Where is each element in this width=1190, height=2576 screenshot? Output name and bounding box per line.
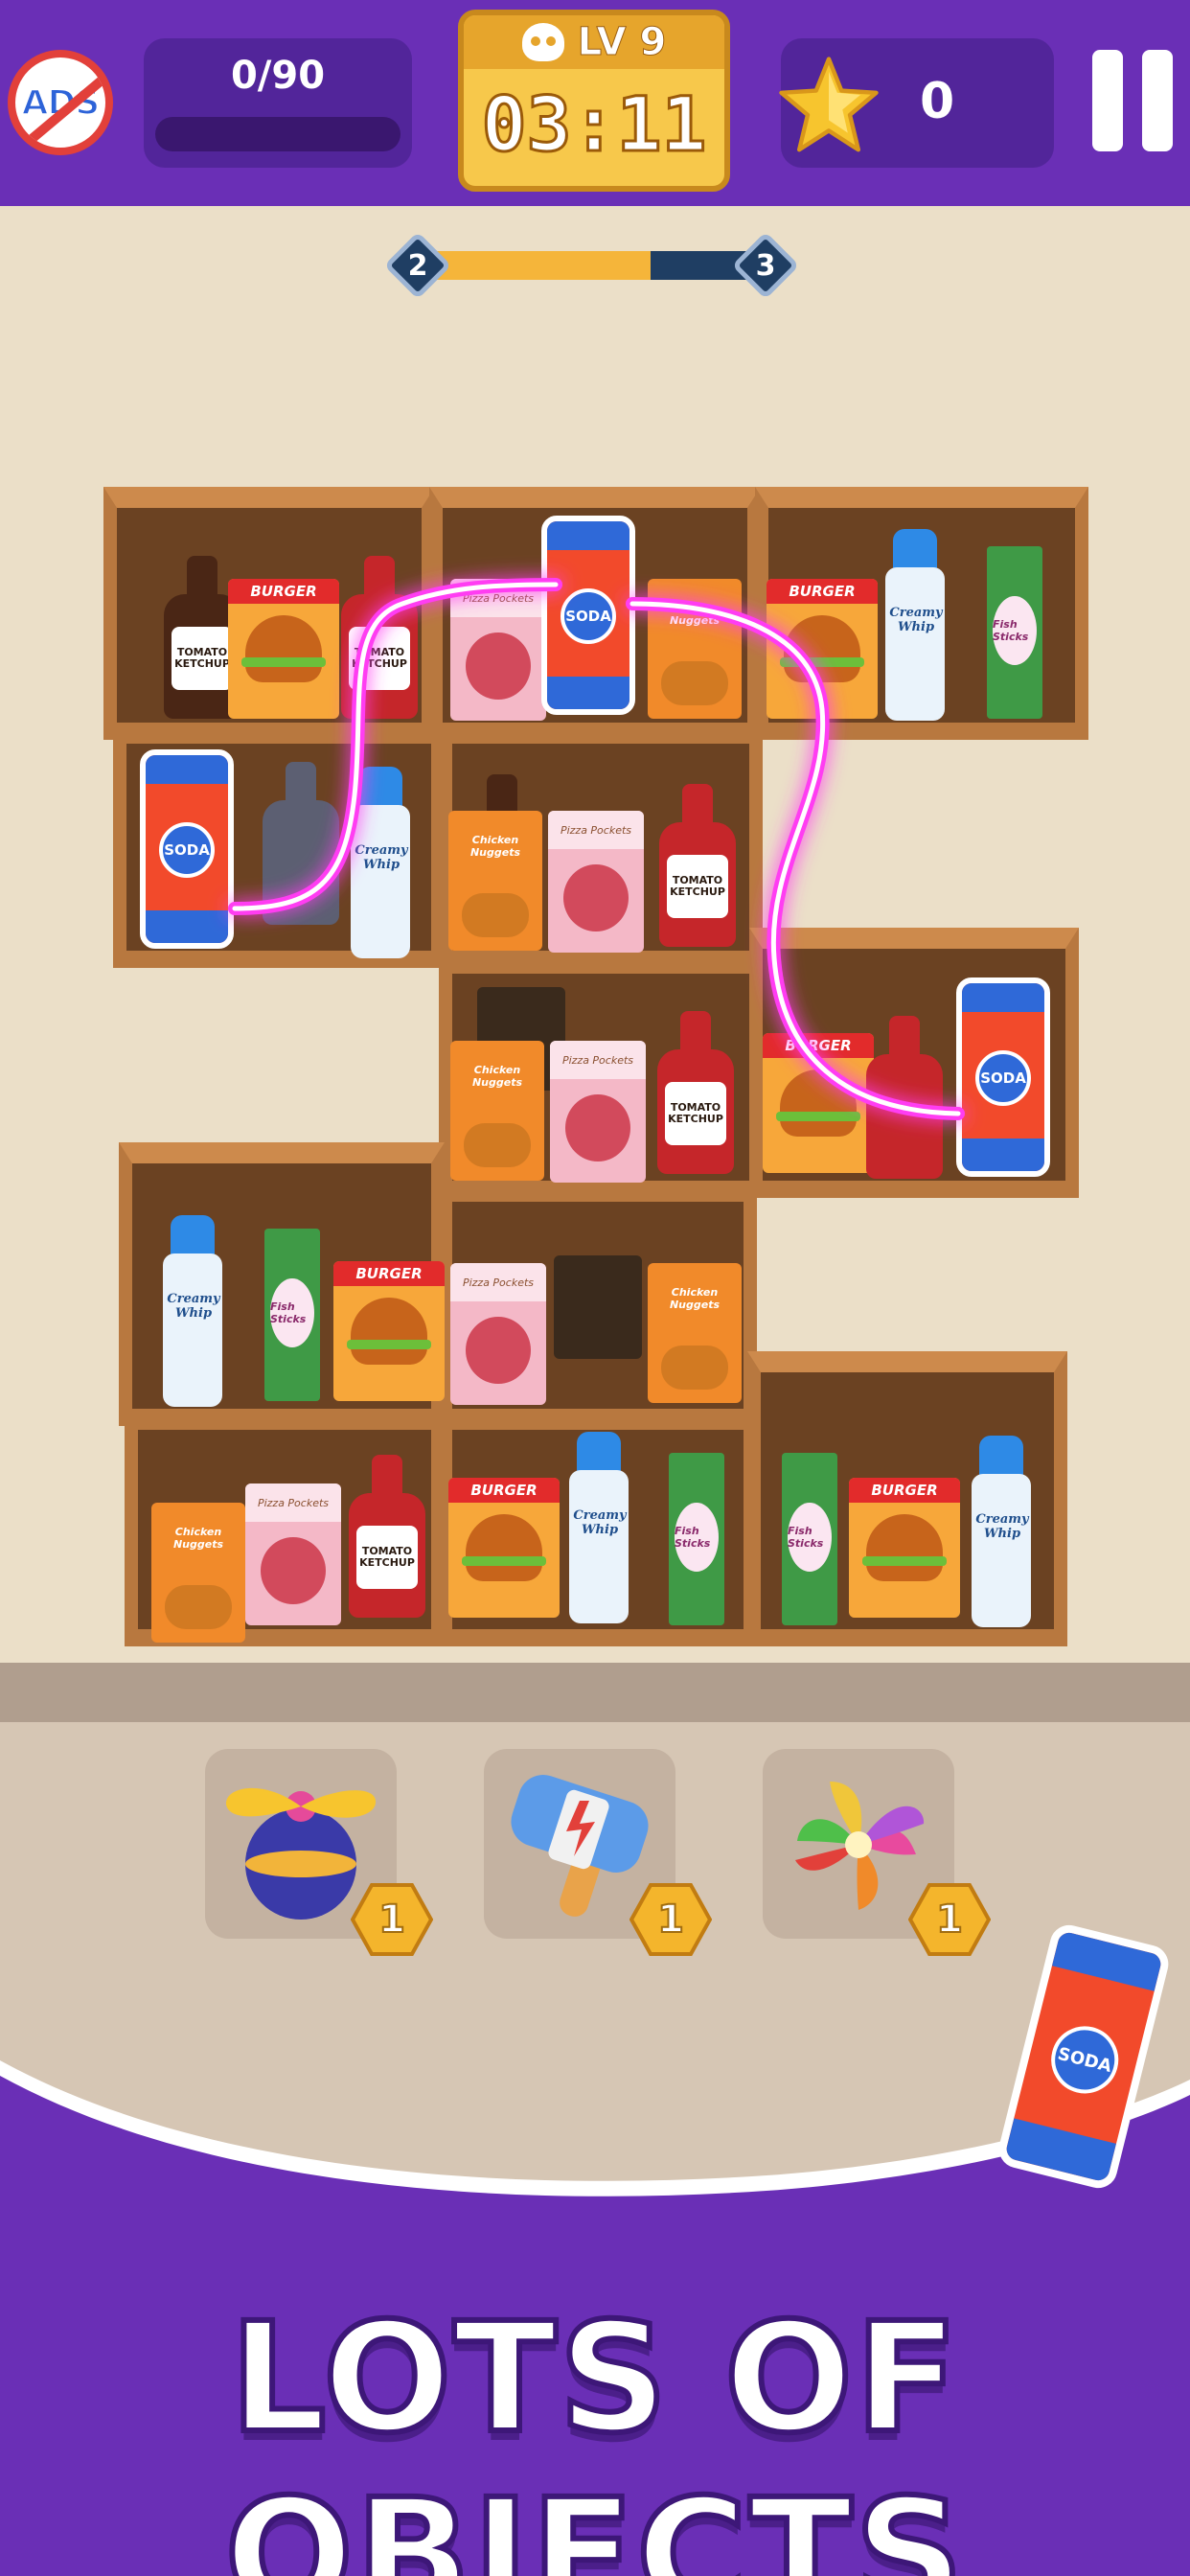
booster-count-badge: 1 — [907, 1883, 992, 1956]
pizza-box[interactable]: Pizza Pockets — [450, 579, 546, 721]
ketchup-bottle[interactable]: TOMATO KETCHUP — [335, 556, 423, 719]
fish-sticks-box[interactable]: Fish Sticks — [669, 1453, 724, 1625]
booster-count: 1 — [656, 1897, 685, 1943]
whip-can[interactable]: Creamy Whip — [345, 767, 416, 958]
whip-can[interactable]: Creamy Whip — [880, 529, 950, 721]
booster-count-badge: 1 — [350, 1883, 434, 1956]
burger-box[interactable]: BURGER — [849, 1478, 960, 1618]
nuggets-box[interactable]: Chicken Nuggets — [448, 811, 542, 951]
soda-can-selected[interactable]: SODA — [956, 978, 1050, 1177]
pizza-box[interactable]: Pizza Pockets — [548, 811, 644, 953]
ketchup-bottle[interactable]: TOMATO KETCHUP — [652, 1011, 740, 1174]
ketchup-bottle[interactable]: TOMATO KETCHUP — [653, 784, 742, 947]
fish-sticks-box[interactable]: Fish Sticks — [987, 546, 1042, 719]
whip-can[interactable]: Creamy Whip — [157, 1215, 228, 1407]
promo-banner-title: LOTS OF OBJECTS — [222, 2288, 967, 2576]
burger-box[interactable]: BURGER — [333, 1261, 445, 1401]
burger-box[interactable]: BURGER — [228, 579, 339, 719]
booster-propeller-button[interactable]: 1 — [205, 1749, 434, 1956]
ketchup-bottle[interactable] — [860, 1016, 949, 1179]
booster-hammer-button[interactable]: 1 — [484, 1749, 713, 1956]
pizza-box[interactable]: Pizza Pockets — [245, 1484, 341, 1625]
booster-pinwheel-button[interactable]: 1 — [763, 1749, 992, 1956]
shelf-unit: TOMATO KETCHUP BURGER TOMATO KETCHUP Pizza… — [0, 0, 1190, 1687]
nuggets-box[interactable]: Chicken Nuggets — [450, 1041, 544, 1181]
booster-count-badge: 1 — [629, 1883, 713, 1956]
ketchup-bottle[interactable] — [257, 762, 345, 925]
ketchup-bottle[interactable]: TOMATO KETCHUP — [343, 1455, 431, 1618]
burger-box[interactable]: BURGER — [763, 1033, 874, 1173]
pizza-box[interactable]: Pizza Pockets — [450, 1263, 546, 1405]
burger-box[interactable]: BURGER — [767, 579, 878, 719]
nuggets-box[interactable]: Chicken Nuggets — [151, 1503, 245, 1643]
nuggets-box[interactable]: Chicken Nuggets — [648, 1263, 742, 1403]
fish-sticks-box[interactable]: Fish Sticks — [264, 1229, 320, 1401]
burger-box[interactable]: BURGER — [448, 1478, 560, 1618]
pizza-box[interactable]: Pizza Pockets — [550, 1041, 646, 1183]
soda-can-selected[interactable]: SODA — [140, 749, 234, 949]
soda-can-selected[interactable]: SODA — [541, 516, 635, 715]
fish-sticks-box[interactable]: Fish Sticks — [782, 1453, 837, 1625]
nuggets-box[interactable]: Chicken Nuggets — [648, 579, 742, 719]
floor-edge — [0, 1663, 1190, 1722]
whip-can[interactable]: Creamy Whip — [966, 1436, 1037, 1627]
dark-box[interactable] — [554, 1255, 642, 1359]
booster-count: 1 — [935, 1897, 964, 1943]
whip-can[interactable]: Creamy Whip — [563, 1432, 634, 1623]
booster-count: 1 — [378, 1897, 406, 1943]
